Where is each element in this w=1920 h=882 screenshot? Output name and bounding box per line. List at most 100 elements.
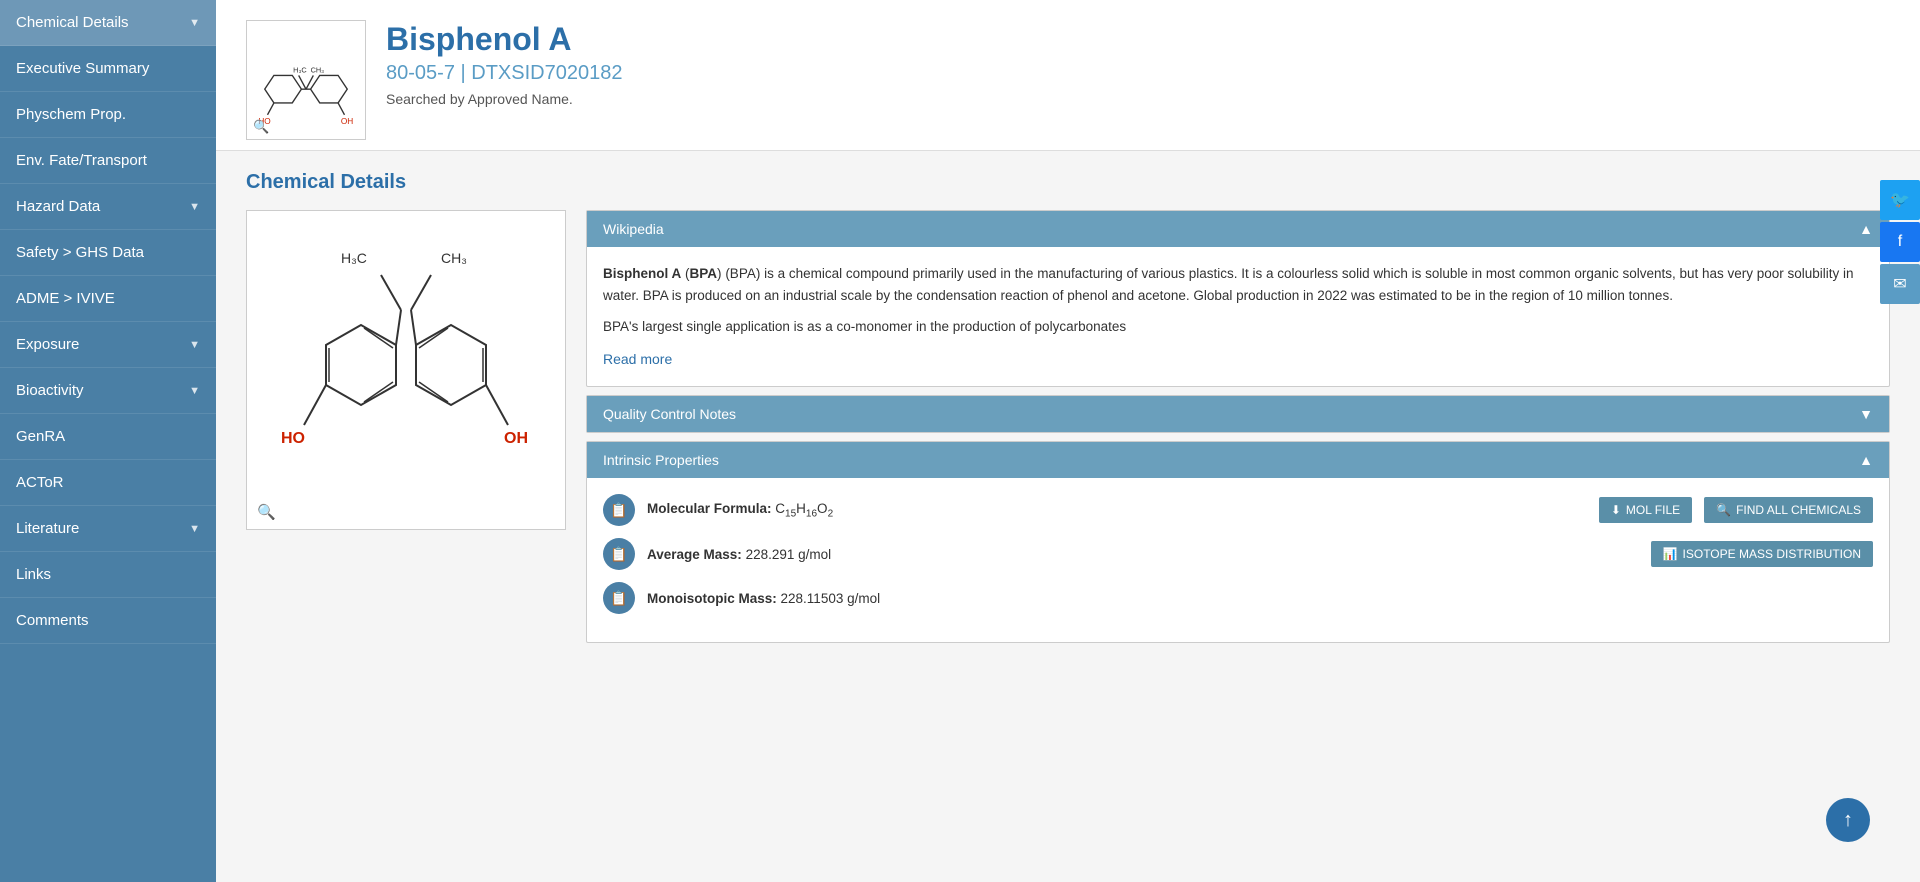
avg-mass-number: 228.291 g/mol [746, 547, 832, 562]
mol-formula-key: Molecular Formula: [647, 501, 772, 516]
molecule-viewer[interactable]: H₃C CH₃ [246, 210, 566, 530]
main-content: H₃C CH₃ HO OH 🔍 Bisphenol A 80-05-7 | DT… [216, 0, 1920, 882]
searched-by: Searched by Approved Name. [386, 91, 1890, 107]
sidebar-item-literature[interactable]: Literature ▼ [0, 506, 216, 552]
wikipedia-paragraph-1: (BPA) is a chemical compound primarily u… [603, 266, 1854, 303]
avg-mass-copy-icon[interactable]: 📋 [603, 538, 635, 570]
find-all-label: FIND ALL CHEMICALS [1736, 503, 1861, 517]
mol-file-label: MOL FILE [1626, 503, 1680, 517]
sidebar-item-label: Chemical Details [16, 14, 129, 31]
viewer-zoom-icon[interactable]: 🔍 [257, 503, 276, 521]
sidebar-item-label: Comments [16, 612, 89, 629]
mol-formula-row: 📋 Molecular Formula: C15H16O2 ⬇ MOL FILE… [603, 494, 1873, 526]
sidebar-item-label: Links [16, 566, 51, 583]
svg-text:HO: HO [281, 430, 305, 447]
intrinsic-collapse-icon: ▲ [1859, 452, 1873, 468]
content-area: Chemical Details H₃C CH₃ [216, 151, 1920, 882]
sidebar-item-safety---ghs-data[interactable]: Safety > GHS Data [0, 230, 216, 276]
quality-collapse-icon: ▼ [1859, 406, 1873, 422]
mono-mass-copy-icon[interactable]: 📋 [603, 582, 635, 614]
svg-text:H₃C: H₃C [341, 250, 367, 266]
info-panels: Wikipedia ▲ Bisphenol A (BPA) (BPA) is a… [586, 210, 1890, 643]
intrinsic-panel-header[interactable]: Intrinsic Properties ▲ [587, 442, 1889, 478]
quality-panel: Quality Control Notes ▼ [586, 395, 1890, 433]
scroll-to-top-button[interactable]: ↑ [1826, 798, 1870, 842]
svg-text:CH₃: CH₃ [311, 66, 325, 75]
sidebar-item-label: Exposure [16, 336, 79, 353]
sidebar-item-env--fate-transport[interactable]: Env. Fate/Transport [0, 138, 216, 184]
svg-text:OH: OH [341, 117, 353, 126]
mono-mass-label: Monoisotopic Mass: 228.11503 g/mol [647, 588, 1873, 610]
chart-icon: 📊 [1663, 547, 1678, 561]
sidebar-item-hazard-data[interactable]: Hazard Data ▼ [0, 184, 216, 230]
sidebar: Chemical Details ▼ Executive Summary Physch… [0, 0, 216, 882]
wikipedia-panel-body: Bisphenol A (BPA) (BPA) is a chemical co… [587, 247, 1889, 386]
twitter-button[interactable]: 🐦 [1880, 180, 1920, 220]
section-title: Chemical Details [246, 171, 1890, 194]
search-icon: 🔍 [1716, 503, 1731, 517]
avg-mass-key: Average Mass: [647, 547, 742, 562]
avg-mass-label: Average Mass: 228.291 g/mol [647, 544, 1639, 566]
isotope-label: ISOTOPE MASS DISTRIBUTION [1683, 547, 1861, 561]
zoom-icon[interactable]: 🔍 [253, 119, 269, 135]
chemical-id: 80-05-7 | DTXSID7020182 [386, 62, 1890, 85]
sidebar-item-executive-summary[interactable]: Executive Summary [0, 46, 216, 92]
avg-mass-row: 📋 Average Mass: 228.291 g/mol 📊 ISOTOPE … [603, 538, 1873, 570]
bpa-bold: Bisphenol A [603, 266, 681, 281]
find-all-chemicals-button[interactable]: 🔍 FIND ALL CHEMICALS [1704, 497, 1873, 523]
sidebar-item-label: Literature [16, 520, 79, 537]
mono-mass-row: 📋 Monoisotopic Mass: 228.11503 g/mol [603, 582, 1873, 614]
mono-mass-key: Monoisotopic Mass: [647, 591, 777, 606]
header-info: Bisphenol A 80-05-7 | DTXSID7020182 Sear… [386, 20, 1890, 107]
two-column-layout: H₃C CH₃ [246, 210, 1890, 643]
chevron-icon: ▼ [189, 201, 200, 213]
chevron-icon: ▼ [189, 385, 200, 397]
facebook-button[interactable]: f [1880, 222, 1920, 262]
mol-file-button[interactable]: ⬇ MOL FILE [1599, 497, 1692, 523]
quality-panel-header[interactable]: Quality Control Notes ▼ [587, 396, 1889, 432]
wikipedia-panel-title: Wikipedia [603, 221, 664, 237]
mol-formula-label: Molecular Formula: C15H16O2 [647, 498, 1587, 523]
wikipedia-text-2: BPA's largest single application is as a… [603, 316, 1873, 338]
chemical-name: Bisphenol A [386, 20, 1890, 58]
chevron-icon: ▼ [189, 523, 200, 535]
wikipedia-panel: Wikipedia ▲ Bisphenol A (BPA) (BPA) is a… [586, 210, 1890, 387]
sidebar-item-links[interactable]: Links [0, 552, 216, 598]
chevron-icon: ▼ [189, 17, 200, 29]
download-icon: ⬇ [1611, 503, 1621, 517]
sidebar-item-label: Physchem Prop. [16, 106, 126, 123]
read-more-link[interactable]: Read more [603, 351, 672, 367]
sidebar-item-exposure[interactable]: Exposure ▼ [0, 322, 216, 368]
sidebar-item-label: ACToR [16, 474, 64, 491]
sidebar-item-adme---ivive[interactable]: ADME > IVIVE [0, 276, 216, 322]
email-button[interactable]: ✉ [1880, 264, 1920, 304]
sidebar-item-label: Executive Summary [16, 60, 149, 77]
sidebar-item-physchem-prop-[interactable]: Physchem Prop. [0, 92, 216, 138]
isotope-button[interactable]: 📊 ISOTOPE MASS DISTRIBUTION [1651, 541, 1873, 567]
intrinsic-panel-title: Intrinsic Properties [603, 452, 719, 468]
sidebar-item-label: GenRA [16, 428, 65, 445]
molecule-thumbnail[interactable]: H₃C CH₃ HO OH 🔍 [246, 20, 366, 140]
svg-text:CH₃: CH₃ [441, 250, 467, 266]
sidebar-item-label: Hazard Data [16, 198, 100, 215]
sidebar-item-chemical-details[interactable]: Chemical Details ▼ [0, 0, 216, 46]
sidebar-item-comments[interactable]: Comments [0, 598, 216, 644]
svg-text:OH: OH [504, 430, 528, 447]
quality-panel-title: Quality Control Notes [603, 406, 736, 422]
page-header: H₃C CH₃ HO OH 🔍 Bisphenol A 80-05-7 | DT… [216, 0, 1920, 151]
social-buttons: 🐦 f ✉ [1880, 180, 1920, 304]
sidebar-item-label: Env. Fate/Transport [16, 152, 147, 169]
chevron-icon: ▼ [189, 339, 200, 351]
svg-text:H₃C: H₃C [293, 66, 307, 75]
mol-formula-copy-icon[interactable]: 📋 [603, 494, 635, 526]
intrinsic-panel-body: 📋 Molecular Formula: C15H16O2 ⬇ MOL FILE… [587, 478, 1889, 642]
intrinsic-panel: Intrinsic Properties ▲ 📋 Molecular Formu… [586, 441, 1890, 643]
wikipedia-text-1: Bisphenol A (BPA) (BPA) is a chemical co… [603, 263, 1873, 306]
sidebar-item-bioactivity[interactable]: Bioactivity ▼ [0, 368, 216, 414]
sidebar-item-actor[interactable]: ACToR [0, 460, 216, 506]
wikipedia-collapse-icon: ▲ [1859, 221, 1873, 237]
sidebar-item-label: ADME > IVIVE [16, 290, 115, 307]
sidebar-item-label: Bioactivity [16, 382, 84, 399]
sidebar-item-genra[interactable]: GenRA [0, 414, 216, 460]
wikipedia-panel-header[interactable]: Wikipedia ▲ [587, 211, 1889, 247]
